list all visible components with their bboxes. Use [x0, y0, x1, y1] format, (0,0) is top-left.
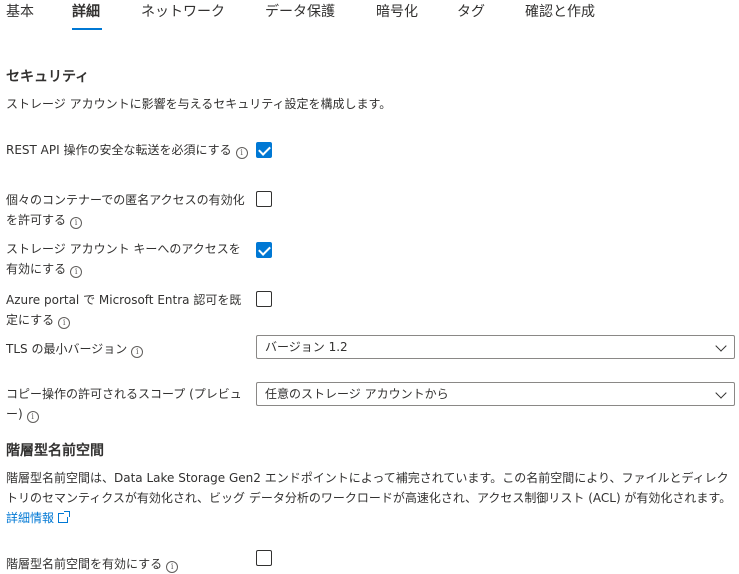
info-icon[interactable]: i [70, 266, 83, 278]
entra-default-text: Azure portal で Microsoft Entra 認可を既定にする [6, 293, 242, 327]
learn-more-text: 詳細情報 [6, 511, 55, 525]
copy-scope-text: コピー操作の許可されるスコープ (プレビュー) [6, 387, 242, 421]
hns-heading: 階層型名前空間 [6, 443, 104, 459]
chevron-down-icon [715, 387, 727, 399]
learn-more-link[interactable]: 詳細情報 [6, 511, 71, 525]
hns-enable-checkbox[interactable] [256, 550, 272, 566]
tab-tags[interactable]: タグ [457, 3, 485, 21]
chevron-down-icon [715, 340, 727, 352]
secure-transfer-label: REST API 操作の安全な転送を必須にする i [6, 140, 251, 160]
info-icon[interactable]: i [166, 561, 179, 573]
active-tab-indicator [72, 28, 102, 30]
tab-encryption[interactable]: 暗号化 [376, 3, 418, 21]
tab-review-create[interactable]: 確認と作成 [525, 3, 595, 21]
secure-transfer-text: REST API 操作の安全な転送を必須にする [6, 143, 232, 157]
tls-version-select[interactable]: バージョン 1.2 [256, 335, 735, 359]
secure-transfer-checkbox[interactable] [256, 142, 272, 158]
tab-basics[interactable]: 基本 [6, 3, 34, 21]
hns-description: 階層型名前空間は、Data Lake Storage Gen2 エンドポイントに… [6, 468, 736, 528]
key-access-checkbox[interactable] [256, 242, 272, 258]
hns-enable-text: 階層型名前空間を有効にする [6, 557, 163, 571]
info-icon[interactable]: i [70, 217, 83, 229]
entra-default-label: Azure portal で Microsoft Entra 認可を既定にする i [6, 290, 251, 330]
copy-scope-label: コピー操作の許可されるスコープ (プレビュー) i [6, 384, 251, 424]
tab-networking[interactable]: ネットワーク [141, 3, 225, 21]
hns-enable-label: 階層型名前空間を有効にする i [6, 554, 251, 574]
tab-advanced[interactable]: 詳細 [72, 3, 100, 21]
key-access-label: ストレージ アカウント キーへのアクセスを有効にする i [6, 239, 251, 279]
info-icon[interactable]: i [58, 317, 71, 329]
tls-version-value: バージョン 1.2 [265, 340, 348, 354]
info-icon[interactable]: i [26, 411, 39, 423]
copy-scope-value: 任意のストレージ アカウントから [265, 387, 449, 401]
tls-label: TLS の最小バージョン i [6, 339, 246, 359]
tab-bar: 基本 詳細 ネットワーク データ保護 暗号化 タグ 確認と作成 [0, 0, 739, 32]
security-heading: セキュリティ [6, 69, 90, 85]
anonymous-access-label: 個々のコンテナーでの匿名アクセスの有効化を許可する i [6, 190, 251, 230]
tab-data-protection[interactable]: データ保護 [265, 3, 335, 21]
key-access-text: ストレージ アカウント キーへのアクセスを有効にする [6, 242, 241, 276]
anonymous-access-checkbox[interactable] [256, 191, 272, 207]
entra-default-checkbox[interactable] [256, 291, 272, 307]
tls-text: TLS の最小バージョン [6, 342, 128, 356]
hns-description-text: 階層型名前空間は、Data Lake Storage Gen2 エンドポイントに… [6, 471, 732, 505]
info-icon[interactable]: i [235, 147, 248, 159]
info-icon[interactable]: i [131, 346, 144, 358]
external-link-icon [58, 511, 71, 523]
anonymous-access-text: 個々のコンテナーでの匿名アクセスの有効化を許可する [6, 193, 245, 227]
security-description: ストレージ アカウントに影響を与えるセキュリティ設定を構成します。 [6, 97, 392, 111]
copy-scope-select[interactable]: 任意のストレージ アカウントから [256, 382, 735, 406]
